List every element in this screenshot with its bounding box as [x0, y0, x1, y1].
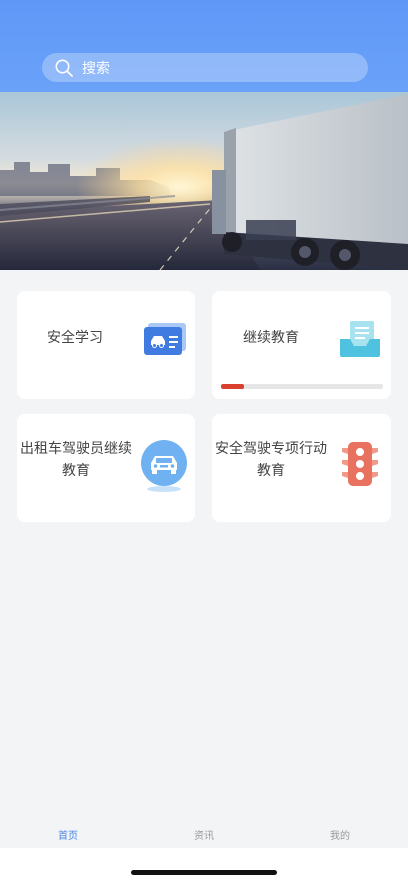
header-bar: 搜索	[0, 0, 408, 92]
card-label-line1: 安全驾驶专项行动	[215, 441, 327, 457]
traffic-light-icon	[342, 442, 378, 486]
banner-image[interactable]	[0, 92, 408, 270]
search-icon	[55, 59, 73, 77]
search-bar[interactable]: 搜索	[42, 53, 368, 82]
home-indicator[interactable]	[131, 870, 277, 875]
card-label-line2: 教育	[62, 463, 90, 479]
search-placeholder: 搜索	[82, 60, 110, 77]
truck-highway-photo	[0, 94, 408, 270]
document-tray-icon	[340, 321, 380, 357]
progress-fill	[221, 384, 244, 389]
card-label: 安全驾驶专项行动 教育	[212, 438, 330, 482]
tab-news[interactable]: 资讯	[136, 826, 272, 848]
card-taxi-driver-education[interactable]: 出租车驾驶员继续 教育	[17, 414, 195, 522]
tab-profile[interactable]: 我的	[272, 826, 408, 848]
bottom-tab-bar: 首页 资讯 我的	[0, 826, 408, 848]
card-label-line1: 出租车驾驶员继续	[20, 441, 132, 457]
card-label: 出租车驾驶员继续 教育	[17, 438, 135, 482]
card-label: 继续教育	[243, 330, 299, 346]
card-label-line2: 教育	[257, 463, 285, 479]
driver-license-icon	[144, 323, 186, 355]
progress-bar	[221, 384, 383, 389]
taxi-car-icon	[141, 440, 187, 492]
card-safe-driving-campaign[interactable]: 安全驾驶专项行动 教育	[212, 414, 391, 522]
card-label: 安全学习	[47, 330, 103, 346]
home-indicator-area	[0, 848, 408, 883]
card-continuing-education[interactable]: 继续教育	[212, 291, 391, 399]
tab-home[interactable]: 首页	[0, 826, 136, 848]
card-safety-learning[interactable]: 安全学习	[17, 291, 195, 399]
